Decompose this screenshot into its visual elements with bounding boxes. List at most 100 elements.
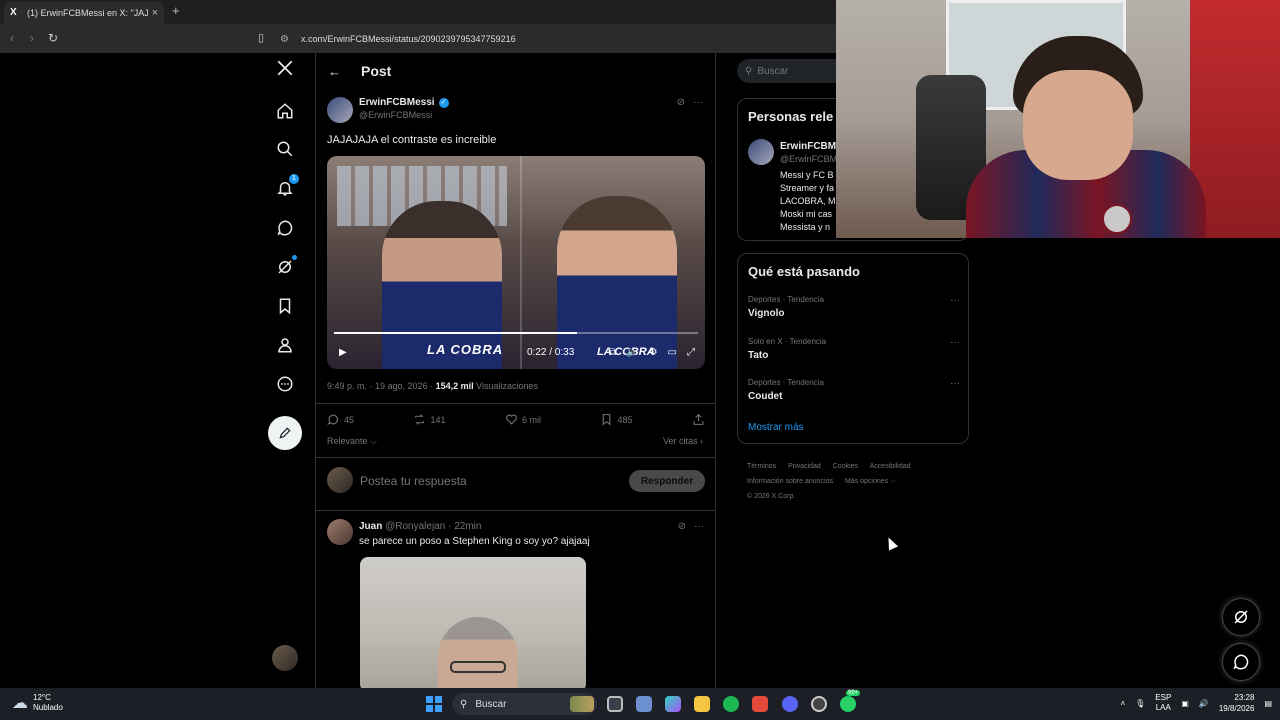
post-header: ← Post <box>316 53 715 89</box>
back-arrow-icon[interactable]: ‹ <box>10 31 14 45</box>
reply-more-icon[interactable]: ··· <box>694 521 704 532</box>
microphone-icon[interactable]: 🎙 <box>1135 699 1145 708</box>
footer-link[interactable]: Cookies <box>833 463 858 470</box>
video-progress-bar[interactable] <box>334 332 698 334</box>
reply-submit-button[interactable]: Responder <box>629 470 705 492</box>
close-tab-icon[interactable]: × <box>152 7 158 19</box>
trend-more-icon[interactable]: ··· <box>950 337 960 348</box>
footer-link[interactable]: Información sobre anuncios <box>747 478 833 485</box>
sort-replies-dropdown[interactable]: Relevante ⌵ <box>327 436 377 447</box>
new-tab-button[interactable]: + <box>172 3 180 18</box>
share-button[interactable] <box>692 413 705 426</box>
person-handle[interactable]: @ErwinFCBM <box>780 154 837 164</box>
task-view-icon[interactable] <box>607 696 623 712</box>
compose-post-button[interactable] <box>268 416 302 450</box>
trend-item[interactable]: Deportes · Tendencia Coudet ··· <box>748 378 960 402</box>
webcam-crest <box>1102 204 1132 234</box>
weather-widget[interactable]: ☁ 12°C Nublado <box>12 693 63 713</box>
reply-count: 45 <box>344 414 355 425</box>
grok-explain-icon[interactable]: ⊘ <box>677 97 685 108</box>
bookmark-icon <box>603 414 611 426</box>
reply-avatar[interactable] <box>327 519 353 545</box>
browser-tab[interactable]: X (1) ErwinFCBMessi en X: "JAJAJA × <box>4 2 164 24</box>
spotify-icon[interactable] <box>723 696 739 712</box>
taskbar-clock[interactable]: 23:28 19/8/2026 <box>1219 692 1255 714</box>
settings-gear-icon[interactable]: ⚙ <box>649 347 658 358</box>
bookmarks-icon[interactable] <box>275 296 295 316</box>
like-button[interactable]: 6 mil <box>505 413 541 426</box>
system-tray: ˄ 🎙 ESP LAA ▣ 🔊 23:28 19/8/2026 ▤ <box>1120 692 1272 714</box>
grok-explain-icon[interactable]: ⊘ <box>678 521 686 532</box>
author-name-row[interactable]: ErwinFCBMessi ✓ <box>359 97 449 108</box>
view-quotes-link[interactable]: Ver citas › <box>663 436 703 446</box>
browser-icon[interactable] <box>752 696 768 712</box>
video-player[interactable]: LA COBRA LA COBRA ▶ 0:22 / 0:33 ⧉ 🔈 ⚙ ▭ … <box>327 156 705 369</box>
trend-more-icon[interactable]: ··· <box>950 378 960 389</box>
reply-button[interactable]: 45 <box>327 413 354 426</box>
heart-icon <box>506 414 517 425</box>
more-options-icon[interactable] <box>275 374 295 394</box>
author-avatar[interactable] <box>327 97 353 123</box>
play-icon[interactable]: ▶ <box>339 347 347 358</box>
bookmark-button[interactable]: 485 <box>600 413 633 426</box>
whatsapp-icon[interactable]: 99+ <box>840 690 861 712</box>
home-icon[interactable] <box>275 101 295 121</box>
language-indicator[interactable]: ESP LAA <box>1155 693 1171 713</box>
grok-floating-button[interactable] <box>1222 598 1260 636</box>
copilot-icon[interactable] <box>665 696 681 712</box>
footer-link[interactable]: Más opciones ··· <box>845 478 897 485</box>
file-explorer-icon[interactable] <box>694 696 710 712</box>
trend-more-icon[interactable]: ··· <box>950 295 960 306</box>
reply-author-name[interactable]: Juan <box>359 521 382 532</box>
footer-link[interactable]: Accesibilidad <box>870 463 911 470</box>
pip-icon[interactable]: ▭ <box>668 347 677 358</box>
fullscreen-icon[interactable]: ⤢ <box>687 347 695 358</box>
volume-icon[interactable]: 🔈 <box>626 347 638 358</box>
trend-term: Coudet <box>748 391 783 402</box>
app-icon[interactable] <box>811 696 827 712</box>
captions-icon[interactable]: ⧉ <box>609 347 616 358</box>
reply-input[interactable]: Postea tu respuesta <box>360 474 467 488</box>
site-info-icon[interactable]: ⚙ <box>280 34 289 45</box>
trend-category: Solo en X · Tendencia <box>748 337 827 346</box>
volume-icon[interactable]: 🔊 <box>1199 699 1209 708</box>
app-icon[interactable] <box>636 696 652 712</box>
notifications-bell-icon[interactable]: 1 <box>275 174 299 198</box>
discord-icon[interactable] <box>782 696 798 712</box>
clock-time: 23:28 <box>1234 693 1255 702</box>
notification-icon[interactable]: ▤ <box>1264 699 1272 708</box>
back-arrow-icon[interactable]: ← <box>328 64 341 79</box>
notifications-badge: 1 <box>289 174 299 184</box>
author-name[interactable]: ErwinFCBMessi <box>359 97 435 108</box>
account-avatar[interactable] <box>272 645 298 671</box>
clock-date: 19/8/2026 <box>1218 704 1255 713</box>
show-more-link[interactable]: Mostrar más <box>748 422 804 433</box>
post-meta: 9:49 p. m. · 19 ago. 2026 · 154,2 mil Vi… <box>327 381 538 391</box>
messages-floating-button[interactable] <box>1222 643 1260 681</box>
trends-card: Qué está pasando Deportes · Tendencia Vi… <box>737 253 969 444</box>
video-split-line <box>520 156 522 369</box>
repost-button[interactable]: 141 <box>413 413 446 426</box>
author-handle[interactable]: @ErwinFCBMessi <box>359 110 449 120</box>
search-icon[interactable] <box>275 139 295 159</box>
person-name[interactable]: ErwinFCBMe <box>780 141 842 152</box>
grok-icon[interactable] <box>275 255 297 277</box>
post-time[interactable]: 9:49 p. m. · 19 ago. 2026 · <box>327 381 436 391</box>
person-avatar[interactable] <box>748 139 774 165</box>
footer-link[interactable]: Términos <box>747 463 776 470</box>
reload-icon[interactable]: ↻ <box>48 31 58 45</box>
trend-item[interactable]: Deportes · Tendencia Vignolo ··· <box>748 295 960 319</box>
messages-chat-icon[interactable] <box>275 218 295 238</box>
forward-arrow-icon[interactable]: › <box>30 31 34 45</box>
x-logo-icon[interactable] <box>275 58 295 78</box>
bookmark-page-icon[interactable]: ▯ <box>258 31 264 44</box>
trend-item[interactable]: Solo en X · Tendencia Tato ··· <box>748 337 960 361</box>
footer-link[interactable]: Privacidad <box>788 463 821 470</box>
profile-icon[interactable] <box>275 335 295 355</box>
post-more-icon[interactable]: ··· <box>693 97 703 108</box>
windows-start-icon[interactable] <box>426 696 442 712</box>
reply-image[interactable] <box>360 557 586 688</box>
network-icon[interactable]: ▣ <box>1181 699 1189 708</box>
chevron-up-icon[interactable]: ˄ <box>1120 699 1125 708</box>
trend-term: Vignolo <box>748 308 785 319</box>
